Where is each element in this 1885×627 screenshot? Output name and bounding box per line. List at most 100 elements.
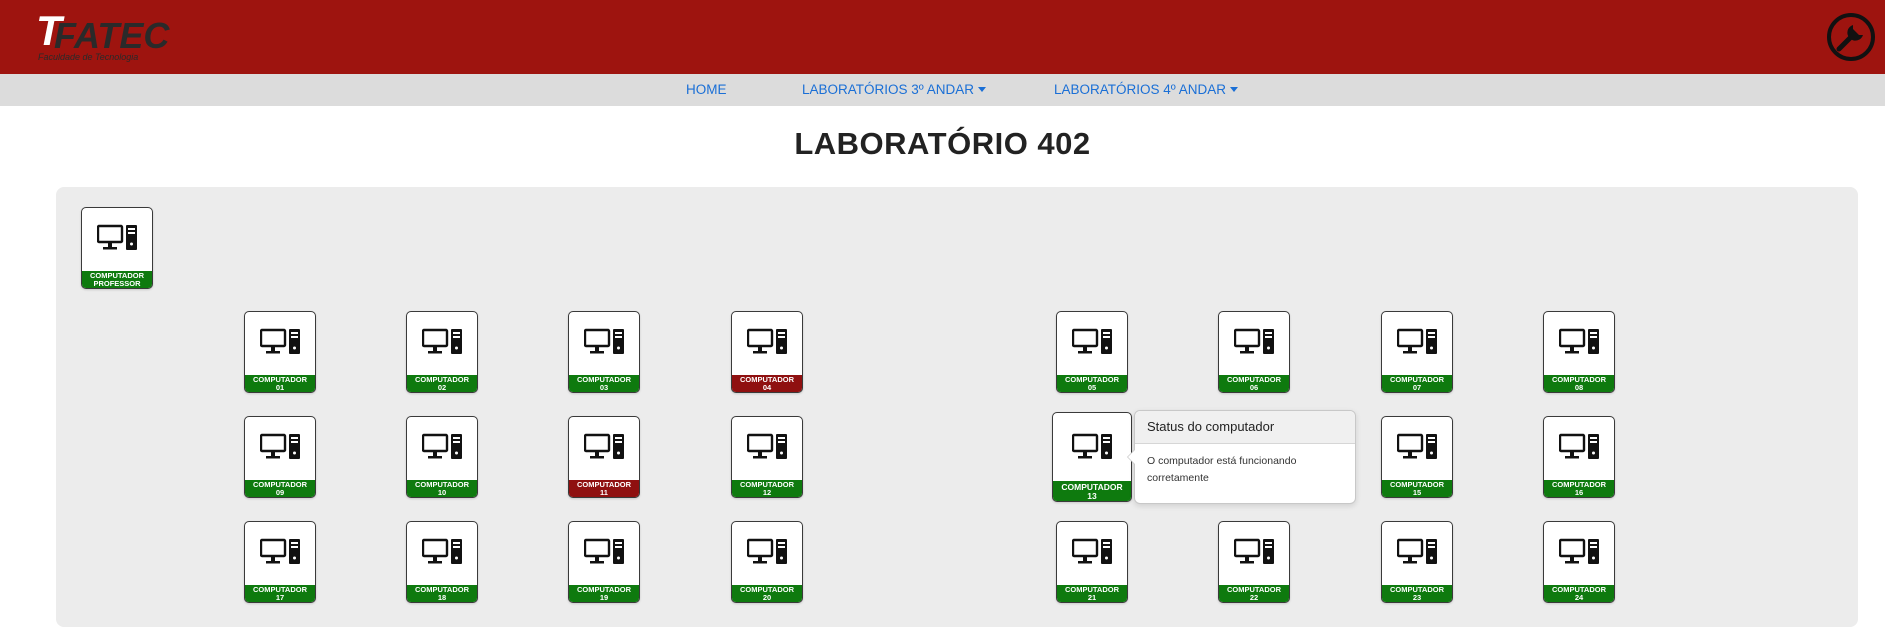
computer-status-label: COMPUTADOR 05 [1057, 375, 1127, 392]
computer-label-line2: 22 [1249, 593, 1259, 602]
computer-icon [260, 328, 300, 354]
computer-icon [422, 328, 462, 354]
computer-icon [260, 433, 300, 459]
computer-06[interactable]: COMPUTADOR 06 [1218, 311, 1290, 393]
computer-label-line2: 03 [599, 383, 609, 392]
popover-arrow-inner [1128, 450, 1135, 464]
computer-icon [422, 433, 462, 459]
nav-labs-4th-floor-label: LABORATÓRIOS 4º ANDAR [1054, 82, 1226, 97]
computer-label-line2: 08 [1574, 383, 1584, 392]
computer-label-line2: 20 [762, 593, 772, 602]
computer-icon [1397, 538, 1437, 564]
nav-labs-4th-floor[interactable]: LABORATÓRIOS 4º ANDAR [1054, 74, 1238, 106]
caret-down-icon [977, 87, 986, 92]
computer-label-line2: 07 [1412, 383, 1422, 392]
computer-24[interactable]: COMPUTADOR 24 [1543, 521, 1615, 603]
computer-icon [584, 433, 624, 459]
computer-17[interactable]: COMPUTADOR 17 [244, 521, 316, 603]
computer-status-label: COMPUTADOR 11 [569, 480, 639, 497]
fatec-logo[interactable]: T FATEC Faculdade de Tecnologia [36, 10, 176, 66]
computer-status-label: COMPUTADOR 06 [1219, 375, 1289, 392]
computer-13[interactable]: COMPUTADOR 13 [1052, 412, 1132, 502]
popover-title: Status do computador [1135, 411, 1355, 444]
computer-15[interactable]: COMPUTADOR 15 [1381, 416, 1453, 498]
computer-label-line2: 01 [275, 383, 285, 392]
computer-label-line2: 19 [599, 593, 609, 602]
computer-icon [97, 224, 137, 250]
computer-icon [1397, 433, 1437, 459]
computer-status-label: COMPUTADOR 12 [732, 480, 802, 497]
computer-02[interactable]: COMPUTADOR 02 [406, 311, 478, 393]
computer-label-line2: 21 [1087, 593, 1097, 602]
computer-10[interactable]: COMPUTADOR 10 [406, 416, 478, 498]
computer-05[interactable]: COMPUTADOR 05 [1056, 311, 1128, 393]
computer-status-label: COMPUTADOR 16 [1544, 480, 1614, 497]
computer-label-line2: PROFESSOR [93, 279, 141, 288]
computer-icon [747, 328, 787, 354]
computer-label-line2: 18 [437, 593, 447, 602]
computer-status-label: COMPUTADOR 02 [407, 375, 477, 392]
computer-09[interactable]: COMPUTADOR 09 [244, 416, 316, 498]
nav-labs-3rd-floor-label: LABORATÓRIOS 3º ANDAR [802, 82, 974, 97]
computer-status-label: COMPUTADOR 10 [407, 480, 477, 497]
computer-label-line2: 06 [1249, 383, 1259, 392]
logo-text: FATEC [54, 15, 170, 56]
nav-labs-3rd-floor[interactable]: LABORATÓRIOS 3º ANDAR [802, 74, 986, 106]
computer-03[interactable]: COMPUTADOR 03 [568, 311, 640, 393]
computer-status-label: COMPUTADOR 08 [1544, 375, 1614, 392]
computer-label-line2: 04 [762, 383, 772, 392]
computer-icon [1559, 433, 1599, 459]
computer-status-label: COMPUTADOR 18 [407, 585, 477, 602]
computer-status-label: COMPUTADOR 01 [245, 375, 315, 392]
computer-icon [1072, 538, 1112, 564]
computer-icon [1397, 328, 1437, 354]
computer-20[interactable]: COMPUTADOR 20 [731, 521, 803, 603]
computer-18[interactable]: COMPUTADOR 18 [406, 521, 478, 603]
computer-status-label: COMPUTADOR 21 [1057, 585, 1127, 602]
computer-status-label: COMPUTADOR 17 [245, 585, 315, 602]
computer-icon [1072, 328, 1112, 354]
computer-status-label: COMPUTADOR 03 [569, 375, 639, 392]
computer-icon [584, 538, 624, 564]
computer-status-label: COMPUTADOR 19 [569, 585, 639, 602]
computer-19[interactable]: COMPUTADOR 19 [568, 521, 640, 603]
computer-label-line2: 16 [1574, 488, 1584, 497]
nav-home[interactable]: HOME [686, 74, 727, 106]
computer-label-line2: 15 [1412, 488, 1422, 497]
computer-label-line2: 05 [1087, 383, 1097, 392]
computer-icon [747, 538, 787, 564]
popover-body: O computador está funcionando corretamen… [1147, 455, 1297, 484]
computer-23[interactable]: COMPUTADOR 23 [1381, 521, 1453, 603]
computer-icon [422, 538, 462, 564]
logo-subtitle: Faculdade de Tecnologia [38, 52, 139, 62]
computer-07[interactable]: COMPUTADOR 07 [1381, 311, 1453, 393]
computer-status-label: COMPUTADOR 07 [1382, 375, 1452, 392]
computer-22[interactable]: COMPUTADOR 22 [1218, 521, 1290, 603]
computer-12[interactable]: COMPUTADOR 12 [731, 416, 803, 498]
computer-08[interactable]: COMPUTADOR 08 [1543, 311, 1615, 393]
computer-label-line2: 17 [275, 593, 285, 602]
computer-status-label: COMPUTADOR PROFESSOR [82, 271, 152, 288]
computer-11[interactable]: COMPUTADOR 11 [568, 416, 640, 498]
computer-01[interactable]: COMPUTADOR 01 [244, 311, 316, 393]
computer-status-label: COMPUTADOR 04 [732, 375, 802, 392]
computer-label-line2: 12 [762, 488, 772, 497]
computer-21[interactable]: COMPUTADOR 21 [1056, 521, 1128, 603]
computer-04[interactable]: COMPUTADOR 04 [731, 311, 803, 393]
computer-icon [1072, 433, 1112, 459]
computer-professor[interactable]: COMPUTADOR PROFESSOR [81, 207, 153, 289]
computer-label-line2: 02 [437, 383, 447, 392]
computer-icon [1559, 328, 1599, 354]
computer-status-label: COMPUTADOR 20 [732, 585, 802, 602]
computer-status-label: COMPUTADOR 15 [1382, 480, 1452, 497]
wrench-icon[interactable] [1826, 12, 1876, 62]
computer-label-line2: 11 [600, 488, 608, 497]
status-popover: Status do computador O computador está f… [1127, 410, 1356, 504]
computer-icon [1234, 538, 1274, 564]
computer-icon [747, 433, 787, 459]
computer-icon [1234, 328, 1274, 354]
page-title: LABORATÓRIO 402 [794, 126, 1091, 161]
computer-16[interactable]: COMPUTADOR 16 [1543, 416, 1615, 498]
caret-down-icon [1229, 87, 1238, 92]
computer-status-label: COMPUTADOR 13 [1053, 481, 1131, 501]
